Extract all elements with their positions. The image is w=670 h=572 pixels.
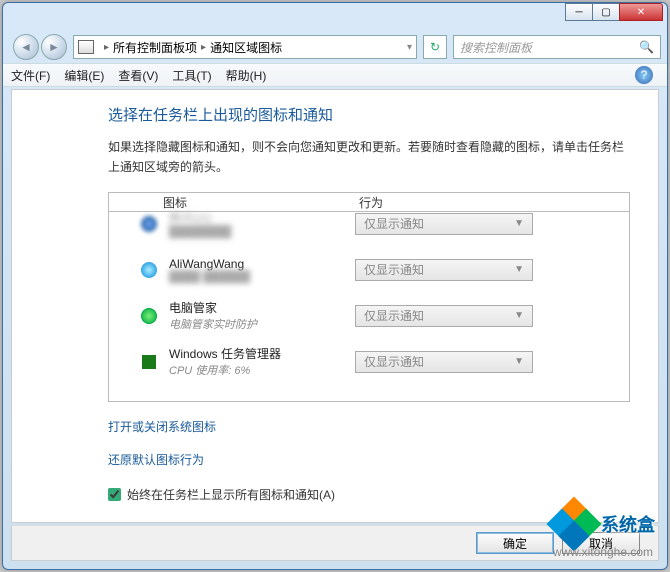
app-sub: ████████ (169, 226, 355, 238)
forward-button[interactable]: ► (41, 34, 67, 60)
close-button[interactable]: ✕ (619, 3, 663, 21)
list-item: 电脑管家 电脑管家实时防护 仅显示通知 ▼ (109, 293, 629, 339)
list-item: 腾讯QQ ████████ 仅显示通知 ▼ (109, 201, 629, 247)
menu-view[interactable]: 查看(V) (118, 67, 158, 84)
app-sub: CPU 使用率: 6% (169, 362, 355, 378)
app-name: 电脑管家 (169, 299, 355, 316)
list-item: Windows 任务管理器 CPU 使用率: 6% 仅显示通知 ▼ (109, 339, 629, 385)
menu-file[interactable]: 文件(F) (11, 67, 50, 84)
back-button[interactable]: ◄ (13, 34, 39, 60)
menu-bar: 文件(F) 编辑(E) 查看(V) 工具(T) 帮助(H) ? (3, 63, 667, 87)
menu-tools[interactable]: 工具(T) (172, 67, 211, 84)
app-sub: ████ ██████ (169, 271, 355, 283)
notification-icons-list: 图标 行为 腾讯QQ ████████ 仅显示通知 ▼ (108, 192, 630, 402)
ok-button[interactable]: 确定 (476, 532, 554, 554)
search-placeholder: 搜索控制面板 (460, 39, 532, 56)
app-icon-qq (139, 214, 159, 234)
page-title: 选择在任务栏上出现的图标和通知 (108, 104, 630, 125)
breadcrumb-sep: ▸ (104, 42, 109, 53)
behavior-select[interactable]: 仅显示通知 ▼ (355, 305, 533, 327)
minimize-button[interactable]: ─ (565, 3, 593, 21)
menu-edit[interactable]: 编辑(E) (64, 67, 104, 84)
chevron-down-icon: ▼ (514, 264, 524, 275)
help-icon[interactable]: ? (635, 66, 653, 84)
page-description: 如果选择隐藏图标和通知，则不会向您通知更改和更新。若要随时查看隐藏的图标，请单击… (108, 137, 630, 178)
address-bar[interactable]: ▸ 所有控制面板项 ▸ 通知区域图标 ▾ (73, 35, 417, 59)
chevron-down-icon: ▼ (514, 218, 524, 229)
app-icon-aliwangwang (139, 260, 159, 280)
behavior-select[interactable]: 仅显示通知 ▼ (355, 213, 533, 235)
app-icon-pcmanager (139, 306, 159, 326)
breadcrumb-part1[interactable]: 所有控制面板项 (113, 39, 197, 56)
always-show-checkbox[interactable] (108, 488, 121, 501)
breadcrumb-part2[interactable]: 通知区域图标 (210, 39, 282, 56)
cancel-button[interactable]: 取消 (562, 532, 640, 554)
search-icon[interactable]: 🔍 (639, 40, 654, 54)
always-show-label: 始终在任务栏上显示所有图标和通知(A) (127, 486, 335, 503)
behavior-select[interactable]: 仅显示通知 ▼ (355, 259, 533, 281)
control-panel-icon (78, 40, 94, 54)
restore-defaults-link[interactable]: 还原默认图标行为 (108, 451, 204, 468)
app-name: 腾讯QQ (169, 209, 355, 226)
app-icon-taskmgr (139, 352, 159, 372)
app-sub: 电脑管家实时防护 (169, 316, 355, 332)
refresh-button[interactable]: ↻ (423, 35, 447, 59)
list-item: AliWangWang ████ ██████ 仅显示通知 ▼ (109, 247, 629, 293)
chevron-down-icon: ▼ (514, 310, 524, 321)
search-input[interactable]: 搜索控制面板 🔍 (453, 35, 661, 59)
chevron-down-icon[interactable]: ▾ (407, 42, 412, 53)
system-icons-link[interactable]: 打开或关闭系统图标 (108, 418, 216, 435)
app-name: AliWangWang (169, 257, 355, 271)
menu-help[interactable]: 帮助(H) (226, 67, 267, 84)
behavior-select[interactable]: 仅显示通知 ▼ (355, 351, 533, 373)
breadcrumb-sep: ▸ (201, 42, 206, 53)
chevron-down-icon: ▼ (514, 356, 524, 367)
app-name: Windows 任务管理器 (169, 345, 355, 362)
maximize-button[interactable]: ▢ (592, 3, 620, 21)
